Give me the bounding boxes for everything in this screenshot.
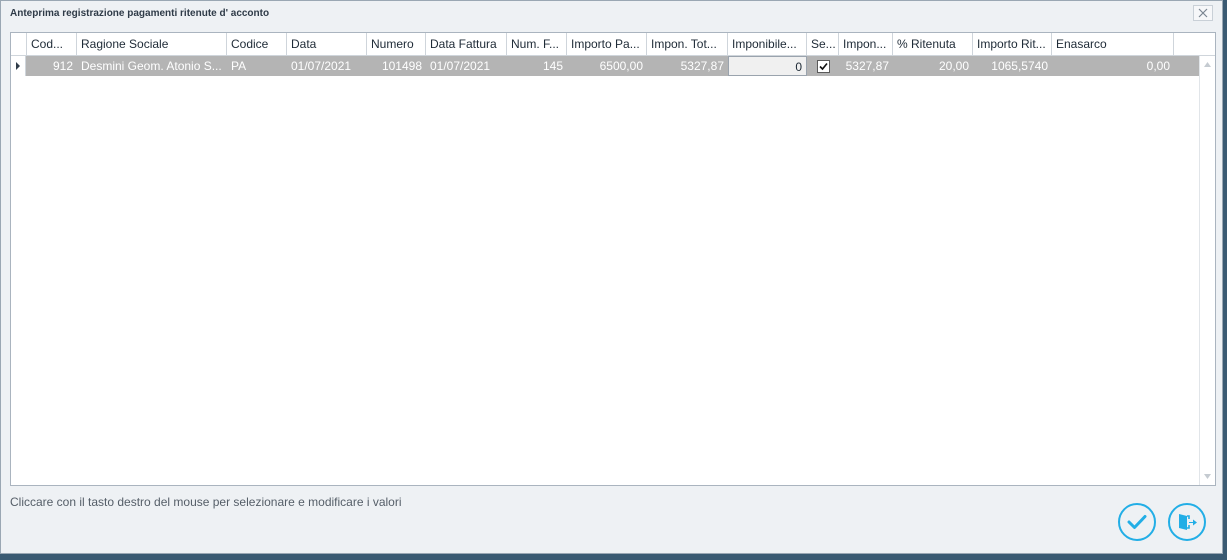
cell-perc-ritenuta[interactable]: 20,00: [893, 56, 973, 76]
dialog-window: Anteprima registrazione pagamenti ritenu…: [0, 0, 1223, 554]
grid-header: Cod... Ragione Sociale Codice Data Numer…: [11, 33, 1215, 56]
check-icon: [1127, 515, 1147, 529]
cell-codice[interactable]: PA: [227, 56, 287, 76]
close-button[interactable]: [1193, 5, 1213, 21]
data-grid[interactable]: Cod... Ragione Sociale Codice Data Numer…: [10, 32, 1216, 486]
cell-importo-rit[interactable]: 1065,5740: [973, 56, 1052, 76]
row-indicator: [11, 56, 26, 76]
column-header-perc-ritenuta[interactable]: % Ritenuta: [893, 33, 973, 55]
exit-button[interactable]: [1168, 503, 1206, 541]
confirm-button[interactable]: [1118, 503, 1156, 541]
hint-text: Cliccare con il tasto destro del mouse p…: [10, 495, 402, 509]
column-header-num-f[interactable]: Num. F...: [507, 33, 567, 55]
column-header-data[interactable]: Data: [287, 33, 367, 55]
select-checkbox[interactable]: [816, 59, 830, 73]
window-title: Anteprima registrazione pagamenti ritenu…: [10, 8, 270, 19]
checkmark-icon: [818, 62, 828, 70]
row-pointer-icon: [16, 62, 20, 70]
title-bar: Anteprima registrazione pagamenti ritenu…: [1, 1, 1222, 27]
column-header-codice[interactable]: Codice: [227, 33, 287, 55]
vertical-scrollbar[interactable]: [1199, 56, 1215, 485]
column-header-importo-pa[interactable]: Importo Pa...: [567, 33, 647, 55]
column-header-imponibile[interactable]: Imponibile...: [728, 33, 807, 55]
cell-cod[interactable]: 912: [26, 56, 77, 76]
column-header-se[interactable]: Se...: [807, 33, 839, 55]
column-header-enasarco[interactable]: Enasarco: [1052, 33, 1174, 55]
cell-enasarco[interactable]: 0,00: [1052, 56, 1174, 76]
imponibile-input[interactable]: 0: [728, 56, 807, 76]
cell-numero[interactable]: 101498: [367, 56, 426, 76]
column-header-ragione-sociale[interactable]: Ragione Sociale: [77, 33, 227, 55]
cell-data-fattura[interactable]: 01/07/2021: [426, 56, 507, 76]
column-header-impon[interactable]: Impon...: [839, 33, 893, 55]
table-row[interactable]: 912 Desmini Geom. Atonio S... PA 01/07/2…: [11, 56, 1199, 76]
cell-se: [807, 56, 839, 76]
row-filler: [1174, 56, 1199, 76]
cell-num-f[interactable]: 145: [507, 56, 567, 76]
cell-impon[interactable]: 5327,87: [839, 56, 893, 76]
scroll-down-icon[interactable]: [1204, 474, 1211, 479]
column-header-data-fattura[interactable]: Data Fattura: [426, 33, 507, 55]
cell-ragione-sociale[interactable]: Desmini Geom. Atonio S...: [77, 56, 227, 76]
exit-door-icon: [1179, 514, 1197, 530]
column-header-impon-tot[interactable]: Impon. Tot...: [647, 33, 728, 55]
cell-data[interactable]: 01/07/2021: [287, 56, 367, 76]
cell-importo-pa[interactable]: 6500,00: [567, 56, 647, 76]
cell-impon-tot[interactable]: 5327,87: [647, 56, 728, 76]
header-indicator-cell: [11, 33, 27, 55]
close-icon: [1198, 8, 1208, 18]
column-header-cod[interactable]: Cod...: [27, 33, 77, 55]
column-header-importo-rit[interactable]: Importo Rit...: [973, 33, 1052, 55]
column-header-numero[interactable]: Numero: [367, 33, 426, 55]
scroll-up-icon[interactable]: [1204, 62, 1211, 67]
